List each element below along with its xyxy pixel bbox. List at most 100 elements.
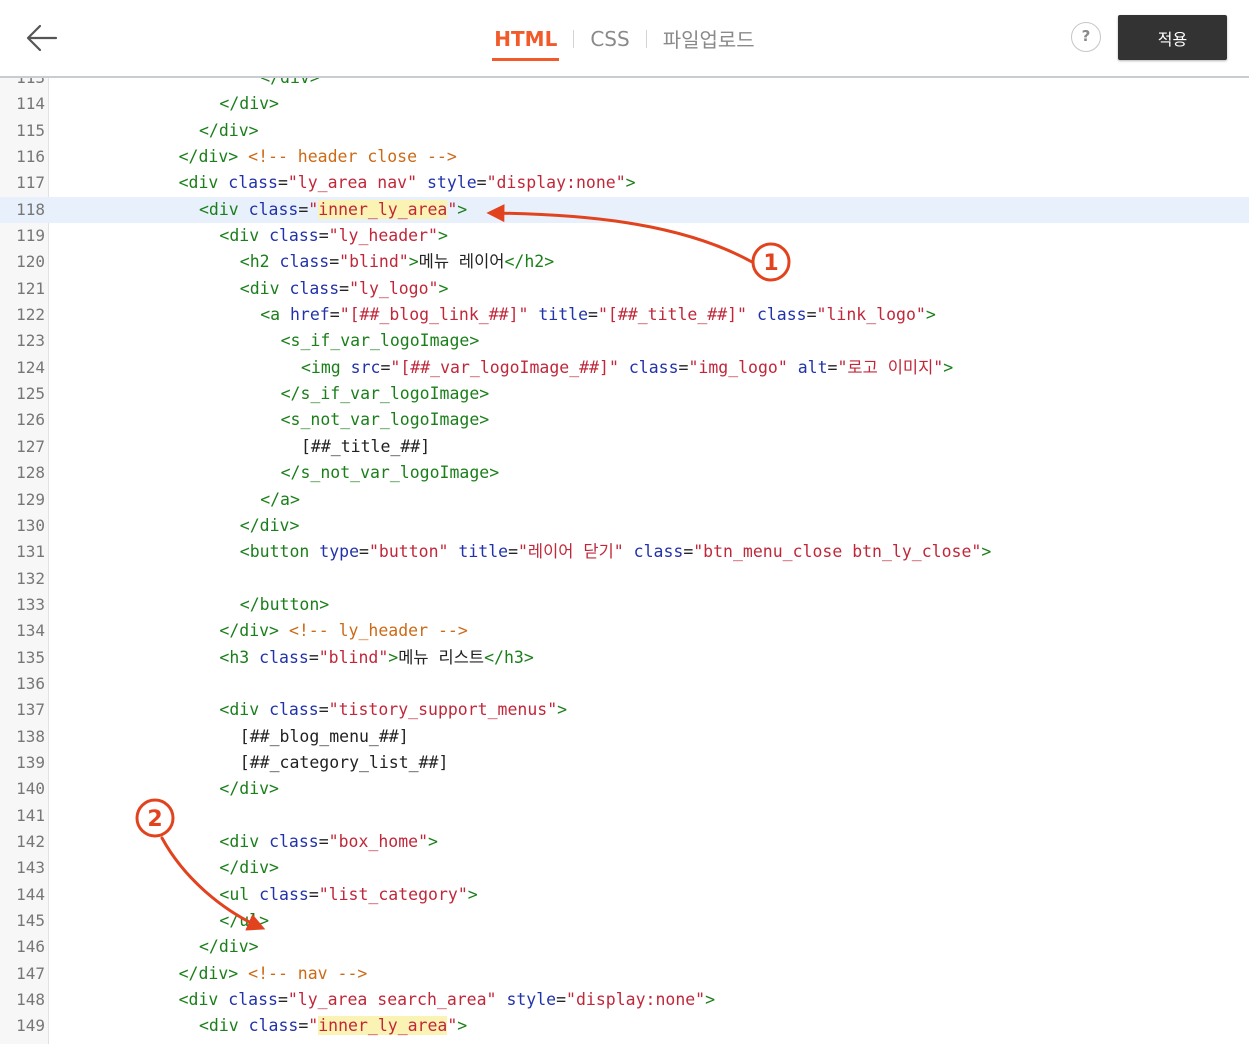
code-line[interactable]: 121 <div class="ly_logo"> bbox=[0, 276, 1249, 302]
code-line[interactable]: 122 <a href="[##_blog_link_##]" title="[#… bbox=[0, 302, 1249, 328]
line-number: 142 bbox=[16, 831, 45, 851]
code-line[interactable]: 130 </div> bbox=[0, 513, 1249, 539]
code-line[interactable]: 148 <div class="ly_area search_area" styl… bbox=[0, 987, 1249, 1013]
code-text: </div> <!-- nav --> bbox=[97, 961, 368, 987]
code-plain-token: = bbox=[588, 305, 598, 325]
code-tag-token: </h2> bbox=[504, 252, 555, 272]
code-plain-token: = bbox=[277, 990, 288, 1010]
code-line[interactable]: 144 <ul class="list_category"> bbox=[0, 882, 1249, 908]
tab-divider bbox=[573, 29, 575, 48]
code-tag-token: </div> bbox=[219, 621, 279, 641]
code-text: <div class="box_home"> bbox=[97, 829, 438, 855]
code-line[interactable]: 149 <div class="inner_ly_area"> bbox=[0, 1013, 1249, 1039]
code-tag-token: <h2 bbox=[239, 252, 280, 272]
line-number: 124 bbox=[16, 357, 45, 377]
code-tag-token: </s_if_var_logoImage> bbox=[280, 384, 490, 404]
code-attr-token: class bbox=[259, 884, 309, 904]
line-number: 136 bbox=[16, 673, 45, 693]
code-tag-token: <div bbox=[199, 1016, 249, 1036]
tab-file-upload[interactable]: 파일업로드 bbox=[661, 24, 757, 53]
code-line[interactable]: 137 <div class="tistory_support_menus"> bbox=[0, 697, 1249, 723]
code-plain-token bbox=[448, 542, 458, 561]
code-string-token: "tistory_support_menus" bbox=[328, 700, 558, 720]
apply-button[interactable]: 적용 bbox=[1118, 15, 1227, 60]
code-line[interactable]: 140 </div> bbox=[0, 776, 1249, 802]
code-string-token: "btn_menu_close btn_ly_close" bbox=[693, 542, 982, 562]
code-editor[interactable]: 113 </div> 114 </div> 115 </div> 116 </div> <!-… bbox=[0, 78, 1249, 1044]
code-plain-token: = bbox=[508, 542, 518, 562]
code-attr-token: class bbox=[228, 990, 278, 1010]
line-number: 114 bbox=[16, 94, 45, 114]
line-number: 127 bbox=[16, 436, 45, 456]
code-line[interactable]: 119 <div class="ly_header"> bbox=[0, 223, 1249, 249]
tab-html[interactable]: HTML bbox=[492, 27, 560, 61]
tab-css[interactable]: CSS bbox=[588, 27, 631, 51]
code-line[interactable]: 127 [##_title_##] bbox=[0, 434, 1249, 460]
code-line[interactable]: 120 <h2 class="blind">메뉴 레이어</h2> bbox=[0, 249, 1249, 275]
code-string-token: "blind" bbox=[339, 252, 409, 272]
code-line[interactable]: 132 bbox=[0, 566, 1249, 592]
code-line[interactable]: 135 <h3 class="blind">메뉴 리스트</h3> bbox=[0, 645, 1249, 671]
code-tag-token: > bbox=[428, 831, 438, 851]
code-line[interactable]: 116 </div> <!-- header close --> bbox=[0, 144, 1249, 170]
code-line[interactable]: 128 </s_not_var_logoImage> bbox=[0, 460, 1249, 486]
code-tag-token: <div bbox=[219, 226, 270, 246]
code-line[interactable]: 123 <s_if_var_logoImage> bbox=[0, 328, 1249, 354]
code-line[interactable]: 126 <s_not_var_logoImage> bbox=[0, 407, 1249, 433]
code-tag-token: </div> bbox=[219, 779, 279, 799]
code-tag-token: </h3> bbox=[484, 647, 534, 667]
code-line[interactable]: 117 <div class="ly_area nav" style="displ… bbox=[0, 170, 1249, 196]
code-line[interactable]: 138 [##_blog_menu_##] bbox=[0, 724, 1249, 750]
line-number: 121 bbox=[16, 278, 45, 298]
tab-divider bbox=[645, 29, 647, 48]
code-plain-token: = bbox=[678, 357, 689, 377]
code-line[interactable]: 129 </a> bbox=[0, 487, 1249, 513]
line-number: 115 bbox=[16, 120, 45, 140]
code-tag-token: </ul> bbox=[219, 911, 270, 930]
code-line[interactable]: 139 [##_category_list_##] bbox=[0, 750, 1249, 776]
code-line[interactable]: 136 bbox=[0, 671, 1249, 697]
code-line[interactable]: 142 <div class="box_home"> bbox=[0, 829, 1249, 855]
code-line[interactable]: 141 bbox=[0, 803, 1249, 829]
code-line[interactable]: 133 </button> bbox=[0, 592, 1249, 618]
code-tag-token: </div> bbox=[219, 94, 279, 114]
code-plain-token bbox=[497, 990, 507, 1009]
code-line[interactable]: 118 <div class="inner_ly_area"> bbox=[0, 196, 1249, 224]
code-text: <ul class="list_category"> bbox=[97, 882, 477, 908]
code-attr-token: class bbox=[279, 252, 330, 272]
code-string-token: " bbox=[447, 1016, 458, 1036]
code-line[interactable]: 124 <img src="[##_var_logoImage_##]" clas… bbox=[0, 355, 1249, 381]
line-number: 140 bbox=[16, 779, 45, 799]
code-line[interactable]: 114 </div> bbox=[0, 91, 1249, 117]
code-text: </button> bbox=[97, 592, 329, 618]
code-plain-token bbox=[619, 358, 629, 377]
code-tag-token: <div bbox=[239, 278, 290, 298]
help-icon[interactable]: ? bbox=[1071, 22, 1101, 52]
code-text: <div class="ly_area search_area" style="… bbox=[97, 987, 715, 1013]
code-string-token: "[##_title_##]" bbox=[597, 305, 747, 325]
code-line[interactable]: 113 </div> bbox=[0, 78, 1249, 91]
code-line[interactable]: 143 </div> bbox=[0, 855, 1249, 881]
code-line[interactable]: 145 </ul> bbox=[0, 908, 1249, 934]
code-plain-token: [##_blog_menu_##] bbox=[239, 726, 409, 746]
code-plain-token: = bbox=[277, 173, 288, 193]
code-text: <div class="inner_ly_area"> bbox=[97, 197, 467, 223]
line-number: 131 bbox=[16, 542, 45, 562]
code-tag-token: </div> bbox=[239, 515, 300, 535]
code-line[interactable]: 147 </div> <!-- nav --> bbox=[0, 961, 1249, 987]
back-arrow-icon[interactable] bbox=[22, 20, 62, 56]
code-string-token: "ly_area nav" bbox=[287, 173, 418, 193]
code-line[interactable]: 131 <button type="button" title="레이어 닫기" … bbox=[0, 539, 1249, 565]
code-attr-token: class bbox=[269, 831, 319, 851]
code-line[interactable]: 146 </div> bbox=[0, 934, 1249, 960]
code-text: [##_blog_menu_##] bbox=[97, 724, 409, 750]
code-line[interactable]: 134 </div> <!-- ly_header --> bbox=[0, 618, 1249, 644]
highlighted-match-token: inner_ly_area bbox=[318, 1016, 448, 1036]
code-attr-token: class bbox=[289, 278, 340, 298]
code-comment-token: <!-- ly_header --> bbox=[288, 621, 468, 641]
code-line[interactable]: 115 </div> bbox=[0, 118, 1249, 144]
code-line[interactable]: 125 </s_if_var_logoImage> bbox=[0, 381, 1249, 407]
line-number: 132 bbox=[16, 568, 45, 588]
line-number: 149 bbox=[16, 1016, 45, 1036]
code-plain-token bbox=[747, 305, 757, 324]
